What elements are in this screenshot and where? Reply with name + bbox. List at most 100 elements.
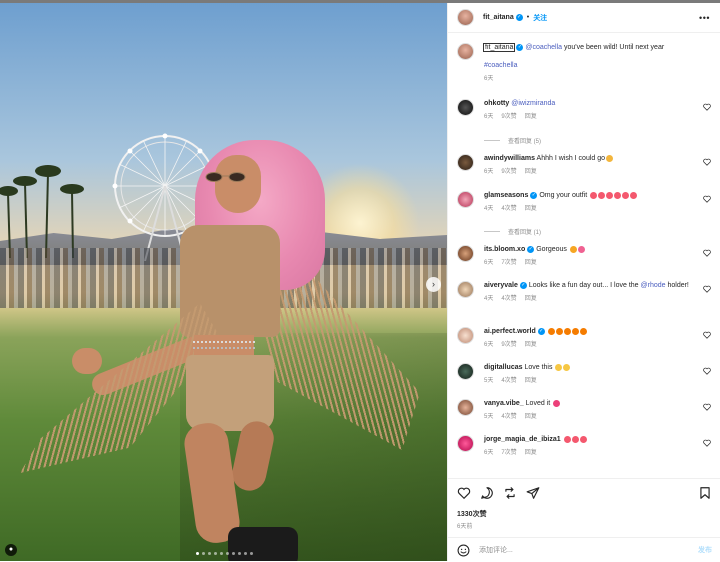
comment-likes[interactable]: 9次赞 bbox=[501, 342, 516, 348]
next-photo-button[interactable]: › bbox=[426, 277, 441, 292]
tagged-users-button[interactable]: ● bbox=[5, 544, 17, 556]
heart-icon[interactable] bbox=[703, 158, 711, 166]
emoji-icon bbox=[579, 327, 587, 335]
share-icon[interactable] bbox=[503, 486, 517, 500]
comment-likes[interactable]: 4次赞 bbox=[501, 414, 516, 420]
avatar[interactable] bbox=[457, 9, 474, 26]
comment-composer: 添加评论... 发布 bbox=[448, 537, 720, 562]
comment-author[interactable]: vanya.vibe_ bbox=[484, 400, 524, 407]
likes-count[interactable]: 1330次赞 bbox=[457, 509, 487, 519]
caption-hashtag[interactable]: #coachella bbox=[484, 61, 704, 71]
emoji-icon bbox=[579, 435, 587, 443]
comment-likes[interactable]: 4次赞 bbox=[501, 296, 516, 302]
heart-icon[interactable] bbox=[703, 403, 711, 411]
comment-author[interactable]: jorge_magia_de_ibiza1 bbox=[484, 436, 561, 443]
emoji-icon bbox=[563, 363, 571, 371]
emoji-icon[interactable] bbox=[457, 544, 470, 557]
comment-time: 4天 bbox=[484, 206, 494, 212]
comment-author[interactable]: aiveryvale bbox=[484, 282, 518, 289]
carousel-dots bbox=[196, 552, 253, 555]
comment-likes[interactable]: 4次赞 bbox=[501, 378, 516, 384]
emoji-icon bbox=[555, 327, 563, 335]
reply-button[interactable]: 回复 bbox=[525, 378, 537, 384]
comment-time: 6天 bbox=[484, 260, 494, 266]
carousel-dot bbox=[226, 552, 229, 555]
like-icon[interactable] bbox=[457, 486, 471, 500]
comment-input[interactable]: 添加评论... bbox=[479, 545, 698, 555]
comment-likes[interactable]: 7次赞 bbox=[501, 450, 516, 456]
carousel-dot bbox=[196, 552, 199, 555]
comments-list[interactable]: fit_aitana ✓ @coachella you've been wild!… bbox=[448, 34, 720, 478]
divider bbox=[484, 140, 500, 141]
comment-likes[interactable]: 9次赞 bbox=[501, 169, 516, 175]
comment-likes[interactable]: 4次赞 bbox=[501, 206, 516, 212]
comment-mention[interactable]: @rhode bbox=[641, 282, 666, 289]
caption-author[interactable]: fit_aitana bbox=[482, 43, 516, 52]
comment-likes[interactable]: 7次赞 bbox=[501, 260, 516, 266]
emoji-icon bbox=[569, 245, 577, 253]
heart-icon[interactable] bbox=[703, 439, 711, 447]
carousel-dot bbox=[202, 552, 205, 555]
hand bbox=[72, 348, 102, 374]
avatar[interactable] bbox=[457, 43, 474, 60]
caption-text: you've been wild! Until next year bbox=[562, 44, 665, 51]
view-replies-button[interactable]: 查看回复 (1) bbox=[484, 227, 541, 236]
reply-button[interactable]: 回复 bbox=[525, 450, 537, 456]
comment-author[interactable]: digitallucas bbox=[484, 364, 523, 371]
post-time: 6天前 bbox=[457, 524, 473, 530]
more-icon[interactable]: ••• bbox=[699, 13, 710, 23]
comment-text: Gorgeous bbox=[536, 246, 567, 253]
caption-mention[interactable]: @coachella bbox=[525, 44, 562, 51]
carousel-dot bbox=[250, 552, 253, 555]
post-author-name[interactable]: fit_aitana bbox=[483, 14, 514, 21]
avatar[interactable] bbox=[457, 281, 474, 298]
palm-trees bbox=[0, 165, 84, 259]
avatar[interactable] bbox=[457, 99, 474, 116]
heart-icon[interactable] bbox=[703, 103, 711, 111]
verified-icon: ✓ bbox=[530, 191, 538, 199]
comment-icon[interactable] bbox=[480, 486, 494, 500]
comment-author[interactable]: ai.perfect.world bbox=[484, 328, 536, 335]
face bbox=[215, 155, 261, 213]
post-comment-button[interactable]: 发布 bbox=[698, 545, 712, 555]
comment-time: 6天 bbox=[484, 114, 494, 120]
heart-icon[interactable] bbox=[703, 367, 711, 375]
emoji-icon bbox=[553, 399, 561, 407]
reply-button[interactable]: 回复 bbox=[525, 114, 537, 120]
comment-mention[interactable]: @iwizmiranda bbox=[511, 100, 555, 107]
emoji-icon bbox=[606, 191, 614, 199]
avatar[interactable] bbox=[457, 435, 474, 452]
reply-button[interactable]: 回复 bbox=[525, 342, 537, 348]
view-replies-button[interactable]: 查看回复 (5) bbox=[484, 136, 541, 145]
comment-likes[interactable]: 9次赞 bbox=[501, 114, 516, 120]
verified-icon: ✓ bbox=[516, 43, 524, 51]
heart-icon[interactable] bbox=[703, 285, 711, 293]
post-photo[interactable]: › ● bbox=[0, 3, 447, 561]
avatar[interactable] bbox=[457, 154, 474, 171]
heart-icon[interactable] bbox=[703, 331, 711, 339]
follow-button[interactable]: 关注 bbox=[533, 13, 547, 23]
avatar[interactable] bbox=[457, 191, 474, 208]
reply-button[interactable]: 回复 bbox=[525, 169, 537, 175]
reply-button[interactable]: 回复 bbox=[525, 414, 537, 420]
emoji-icon bbox=[606, 154, 614, 162]
comment-author[interactable]: its.bloom.xo bbox=[484, 246, 525, 253]
avatar[interactable] bbox=[457, 327, 474, 344]
heart-icon[interactable] bbox=[703, 195, 711, 203]
avatar[interactable] bbox=[457, 363, 474, 380]
send-icon[interactable] bbox=[526, 486, 540, 500]
reply-button[interactable]: 回复 bbox=[525, 296, 537, 302]
emoji-icon bbox=[563, 327, 571, 335]
avatar[interactable] bbox=[457, 245, 474, 262]
save-icon[interactable] bbox=[698, 486, 712, 500]
comment-text: Ahhh I wish I could go bbox=[536, 155, 606, 162]
reply-button[interactable]: 回复 bbox=[525, 260, 537, 266]
emoji-icon bbox=[555, 363, 563, 371]
heart-icon[interactable] bbox=[703, 249, 711, 257]
comment-author[interactable]: ohkotty bbox=[484, 100, 509, 107]
comment-author[interactable]: glamseasons bbox=[484, 192, 528, 199]
avatar[interactable] bbox=[457, 399, 474, 416]
reply-button[interactable]: 回复 bbox=[525, 206, 537, 212]
comment-author[interactable]: awindywilliams bbox=[484, 155, 535, 162]
comment-text: Omg your outfit bbox=[539, 192, 588, 199]
